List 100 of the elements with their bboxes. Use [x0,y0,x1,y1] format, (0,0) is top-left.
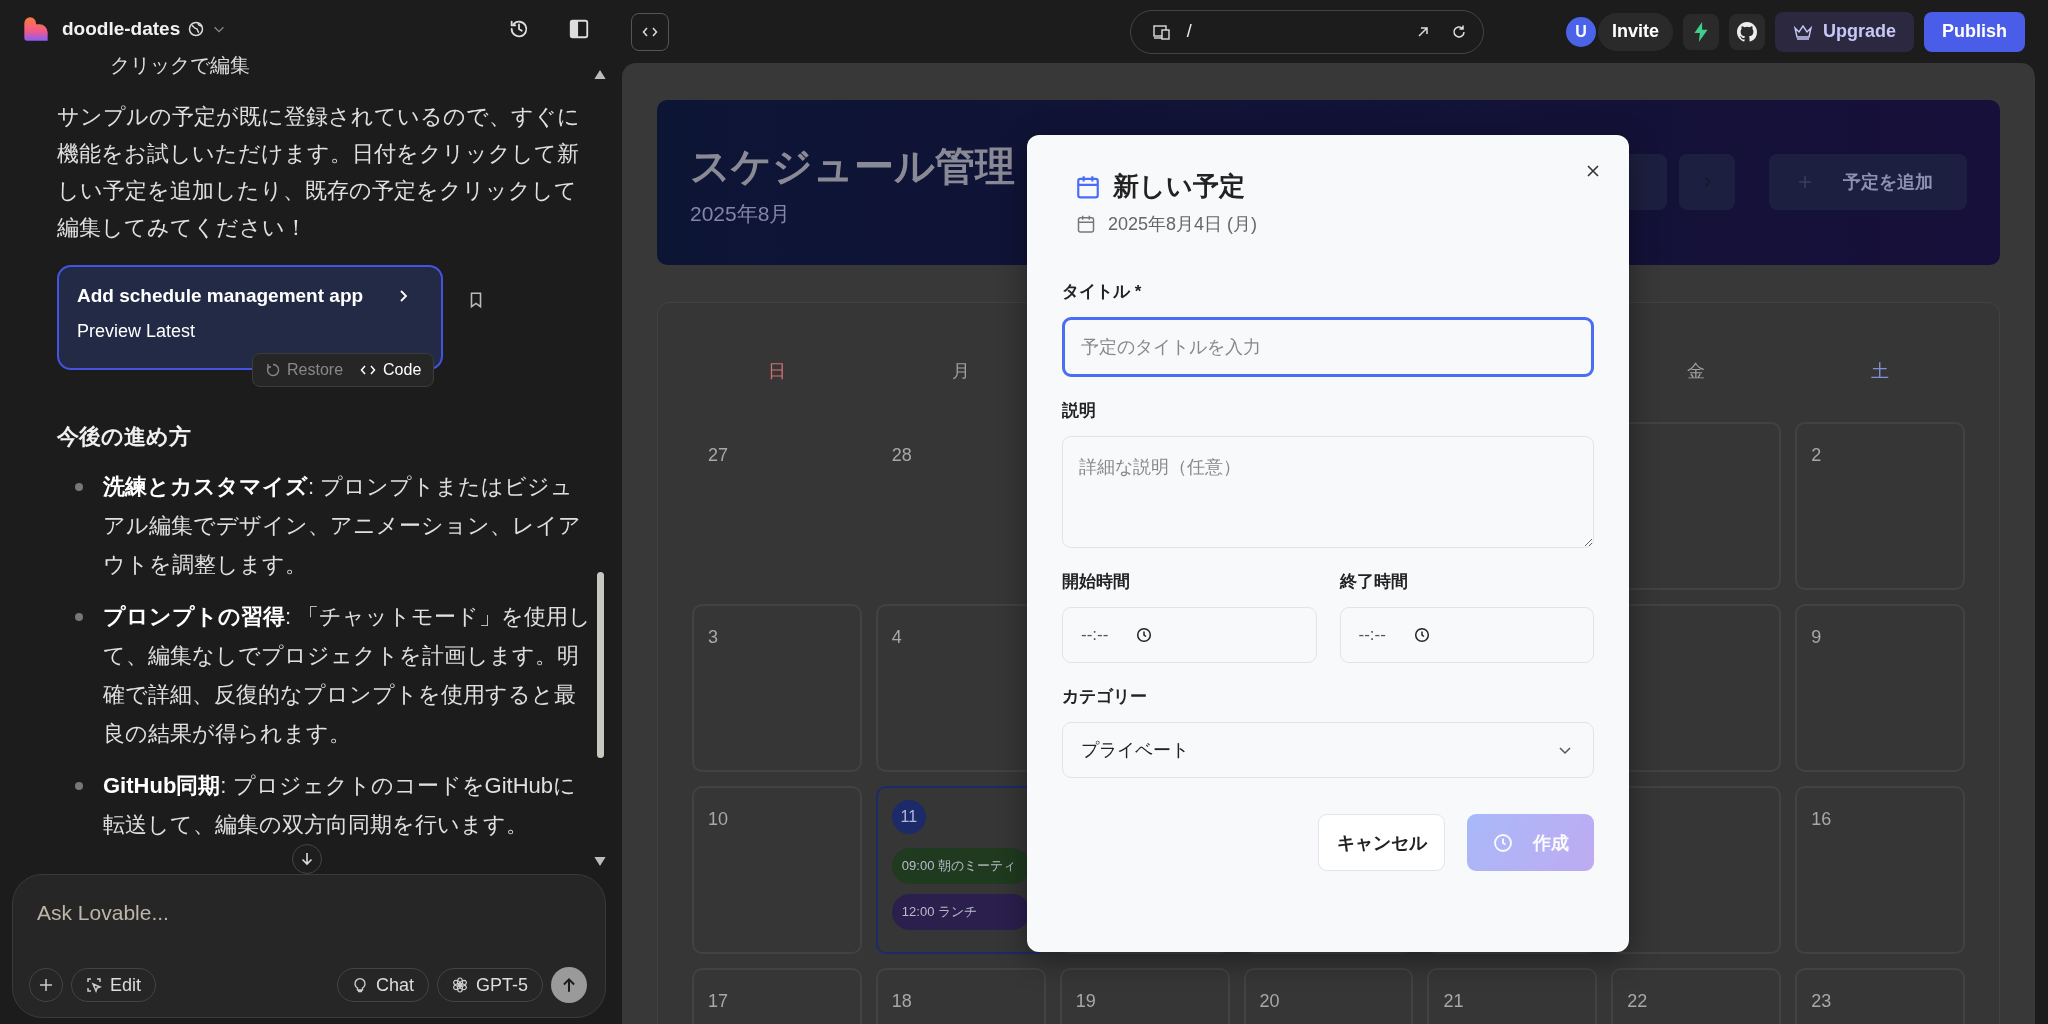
title-input[interactable]: 予定のタイトルを入力 [1062,317,1594,377]
bullet-dot [75,782,83,790]
day-number: 28 [891,444,912,466]
calendar-icon [1076,214,1096,234]
time-input[interactable]: --:-- [1062,607,1317,663]
reload-icon[interactable] [1450,23,1467,40]
scroll-down-arrow-icon[interactable] [594,857,606,866]
dialog-date: 2025年8月4日 (月) [1108,213,1258,236]
upgrade-button[interactable]: Upgrade [1774,11,1914,52]
bullet-dot [75,613,83,621]
day-cell[interactable]: 10 [692,786,862,954]
app-title: スケジュール管理 [690,143,1015,190]
bullet-dot [75,483,83,491]
version-title: Add schedule management app [77,285,364,307]
chat-input[interactable]: Ask Lovable... [29,895,587,931]
scroll-up-arrow-icon[interactable] [594,70,606,79]
day-cell[interactable]: 23 [1795,968,1965,1024]
day-number: 10 [708,808,729,830]
lightbulb-icon [351,977,368,993]
heart-logo-icon[interactable] [22,15,50,43]
octocat-icon [1736,21,1757,42]
section-heading: 今後の進め方 [57,423,192,451]
day-cell[interactable]: 9 [1795,604,1965,772]
field-label: 開始時間 [1062,572,1130,591]
history-icon[interactable] [508,18,530,40]
send-button[interactable] [551,967,587,1003]
url-path: / [1186,21,1192,42]
flower-icon [452,977,468,993]
day-cell[interactable]: 20 [1243,968,1414,1024]
day-number: 19 [1075,990,1096,1012]
day-number: 23 [1811,990,1832,1012]
select-cursor-icon [86,977,102,993]
weekday-label: 土 [1870,360,1891,383]
required-mark: * [1134,282,1142,301]
day-number: 3 [708,626,718,648]
add-event-button[interactable]: 予定を追加 [1769,154,1967,210]
calendar-icon [1075,173,1101,200]
day-cell[interactable]: 16 [1795,786,1965,954]
field-label: 終了時間 [1339,572,1408,591]
day-number: 2 [1811,444,1822,466]
day-number: 17 [708,990,729,1012]
version-subtitle: Preview Latest [77,321,197,342]
day-cell[interactable]: 3 [692,604,862,772]
event-pill[interactable]: 09:00 朝のミーティ [891,848,1030,884]
day-number: 22 [1627,990,1648,1012]
field-label: 説明 [1062,401,1096,420]
code-view-button[interactable] [631,12,669,51]
publish-button[interactable]: Publish [1924,11,2025,52]
scroll-to-bottom-button[interactable] [292,844,322,874]
globe-icon [188,21,205,37]
description-textarea[interactable]: 詳細な説明（任意） [1062,436,1594,548]
bullet-text: GitHub同期: プロジェクトのコードをGitHubに転送して、編集の双方向同期を行います。 [103,773,577,837]
project-name[interactable]: doodle-dates [62,18,181,40]
day-number: 16 [1811,808,1832,830]
crown-icon [1792,23,1813,40]
devices-icon [1152,23,1173,40]
month-label: 2025年8月 [690,201,792,227]
dialog-title: 新しい予定 [1113,170,1245,203]
day-number: 4 [891,626,902,648]
restore-icon [265,362,281,378]
arrow-up-icon [560,976,578,994]
day-cell[interactable]: 17 [692,968,862,1024]
day-number: 9 [1811,626,1822,648]
weekday-label: 日 [766,360,787,383]
day-cell[interactable]: 19 [1059,968,1230,1024]
day-cell[interactable]: 18 [875,968,1046,1024]
day-number: 18 [891,990,912,1012]
weekday-label: 金 [1686,360,1707,383]
scrollbar-thumb[interactable] [597,572,604,758]
weekday-label: 月 [950,360,971,383]
day-number: 20 [1259,990,1280,1012]
day-cell[interactable]: 27 [692,422,862,590]
day-number: 11 [891,800,926,834]
chat-text: クリックで編集 [109,54,251,76]
bolt-button[interactable] [1682,13,1719,50]
github-button[interactable] [1728,13,1765,50]
day-number: 21 [1443,990,1464,1012]
cancel-button[interactable]: キャンセル [1318,814,1445,871]
event-pill[interactable]: 12:00 ランチ [891,894,1030,930]
time-input[interactable]: --:-- [1339,607,1594,663]
day-cell[interactable]: 21 [1427,968,1598,1024]
field-label: タイトル [1062,282,1130,301]
day-number: 27 [708,444,729,466]
plus-icon [1797,174,1813,190]
chat-paragraph: サンプルの予定が既に登録されているので、すぐに機能をお試しいただけます。日付をクリックして新しい予定を追加したり、既存の予定をクリックして編集してみてください！ [57,103,581,242]
field-label: カテゴリー [1062,687,1147,706]
arrow-down-icon [299,851,315,867]
day-cell[interactable]: 22 [1611,968,1782,1024]
plus-icon [38,977,54,993]
clock-icon [1413,627,1430,643]
category-select[interactable]: プライベート [1062,722,1594,778]
bullet-text: プロンプトの習得: 「チャットモード」を使用して、編集なしでプロジェクトを計画します。明確で詳細、反復的なプロンプトを使用すると最良の結果が得られます。 [103,604,592,746]
close-icon[interactable] [1585,163,1601,179]
invite-button[interactable]: Invite [1597,12,1673,51]
bullet-text: 洗練とカスタマイズ: プロンプトまたはビジュアル編集でデザイン、アニメーション、レイアウトを調整します。 [103,474,581,577]
sidebar-toggle-icon[interactable] [568,18,590,40]
user-avatar[interactable]: U [1565,16,1596,47]
clock-icon [1492,832,1513,853]
model-button[interactable]: GPT-5 [437,968,543,1002]
day-cell[interactable]: 2 [1795,422,1965,590]
